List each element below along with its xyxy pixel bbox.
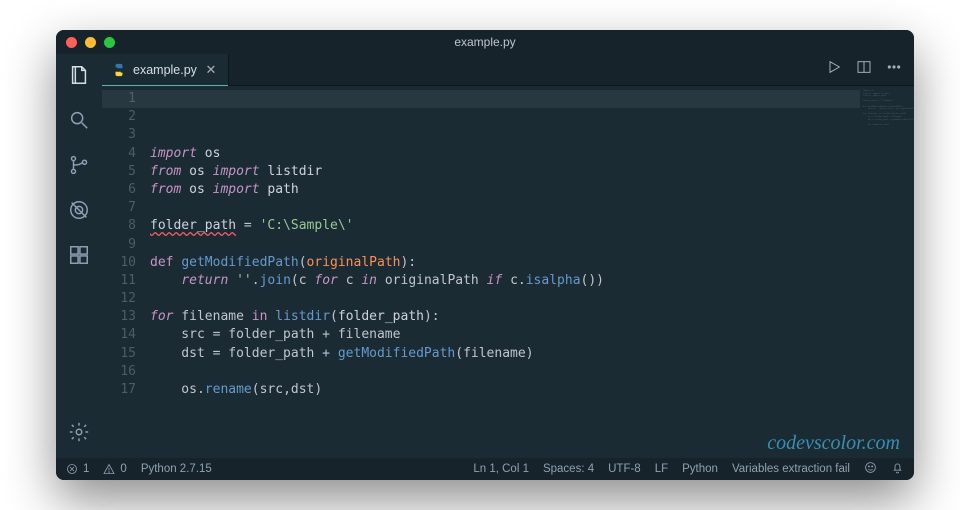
status-errors[interactable]: 1 bbox=[66, 463, 89, 475]
extensions-icon[interactable] bbox=[68, 244, 90, 271]
status-encoding[interactable]: UTF-8 bbox=[608, 463, 641, 475]
explorer-icon[interactable] bbox=[68, 64, 90, 91]
code-line[interactable]: from os import path bbox=[150, 181, 860, 199]
line-number: 8 bbox=[102, 217, 136, 235]
run-icon[interactable] bbox=[826, 59, 842, 80]
line-number: 2 bbox=[102, 108, 136, 126]
editor-group: example.py ✕ 1234567891011121314151617 i… bbox=[102, 54, 914, 458]
window-body: example.py ✕ 1234567891011121314151617 i… bbox=[56, 54, 914, 458]
status-warnings[interactable]: 0 bbox=[103, 463, 126, 475]
tab-label: example.py bbox=[133, 63, 197, 77]
feedback-icon[interactable] bbox=[864, 461, 877, 477]
line-number-gutter: 1234567891011121314151617 bbox=[102, 86, 150, 458]
line-number: 12 bbox=[102, 290, 136, 308]
code-line[interactable] bbox=[150, 199, 860, 217]
code-line[interactable]: os.rename(src,dst) bbox=[150, 381, 860, 399]
code-line[interactable] bbox=[150, 399, 860, 417]
code-line[interactable]: import os bbox=[150, 145, 860, 163]
code-line[interactable]: src = folder_path + filename bbox=[150, 326, 860, 344]
code-line[interactable]: dst = folder_path + getModifiedPath(file… bbox=[150, 345, 860, 363]
line-number: 16 bbox=[102, 363, 136, 381]
code-line[interactable] bbox=[150, 417, 860, 435]
line-number: 4 bbox=[102, 145, 136, 163]
line-number: 3 bbox=[102, 126, 136, 144]
window-title: example.py bbox=[56, 35, 914, 49]
activity-bar bbox=[56, 54, 102, 458]
vscode-window: example.py bbox=[56, 30, 914, 480]
traffic-lights bbox=[66, 37, 115, 48]
code-area[interactable]: import osfrom os import listdirfrom os i… bbox=[150, 86, 860, 458]
line-number: 14 bbox=[102, 326, 136, 344]
status-spaces[interactable]: Spaces: 4 bbox=[543, 463, 594, 475]
code-line[interactable]: for filename in listdir(folder_path): bbox=[150, 308, 860, 326]
line-number: 9 bbox=[102, 236, 136, 254]
close-tab-icon[interactable]: ✕ bbox=[204, 63, 218, 77]
code-line[interactable] bbox=[150, 236, 860, 254]
minimap[interactable]: import osfrom os import listdirfrom os i… bbox=[860, 86, 914, 458]
split-editor-icon[interactable] bbox=[856, 59, 872, 80]
maximize-window-button[interactable] bbox=[104, 37, 115, 48]
line-number: 17 bbox=[102, 381, 136, 399]
more-actions-icon[interactable] bbox=[886, 59, 902, 80]
status-bar: 1 0 Python 2.7.15 Ln 1, Col 1 Spaces: 4 … bbox=[56, 458, 914, 480]
title-bar: example.py bbox=[56, 30, 914, 54]
code-line[interactable] bbox=[150, 363, 860, 381]
code-line[interactable]: folder_path = 'C:\Sample\' bbox=[150, 217, 860, 235]
tab-bar: example.py ✕ bbox=[102, 54, 914, 86]
status-interpreter[interactable]: Python 2.7.15 bbox=[141, 463, 212, 475]
code-line[interactable]: return ''.join(c for c in originalPath i… bbox=[150, 272, 860, 290]
bell-icon[interactable] bbox=[891, 461, 904, 477]
status-cursor[interactable]: Ln 1, Col 1 bbox=[473, 463, 529, 475]
line-number: 7 bbox=[102, 199, 136, 217]
status-extra[interactable]: Variables extraction fail bbox=[732, 463, 850, 475]
minimize-window-button[interactable] bbox=[85, 37, 96, 48]
current-line-highlight bbox=[102, 90, 914, 108]
code-line[interactable] bbox=[150, 290, 860, 308]
editor[interactable]: 1234567891011121314151617 import osfrom … bbox=[102, 86, 914, 458]
line-number: 11 bbox=[102, 272, 136, 290]
line-number: 6 bbox=[102, 181, 136, 199]
status-errors-count: 1 bbox=[83, 463, 89, 475]
status-language[interactable]: Python bbox=[682, 463, 718, 475]
line-number: 10 bbox=[102, 254, 136, 272]
settings-gear-icon[interactable] bbox=[68, 421, 90, 448]
close-window-button[interactable] bbox=[66, 37, 77, 48]
status-eol[interactable]: LF bbox=[655, 463, 668, 475]
debug-icon[interactable] bbox=[68, 199, 90, 226]
line-number: 1 bbox=[102, 90, 136, 108]
editor-actions bbox=[826, 54, 914, 85]
code-line[interactable]: from os import listdir bbox=[150, 163, 860, 181]
code-line[interactable] bbox=[150, 436, 860, 454]
source-control-icon[interactable] bbox=[68, 154, 90, 181]
line-number: 5 bbox=[102, 163, 136, 181]
line-number: 15 bbox=[102, 345, 136, 363]
code-line[interactable]: def getModifiedPath(originalPath): bbox=[150, 254, 860, 272]
search-icon[interactable] bbox=[68, 109, 90, 136]
tab-example-py[interactable]: example.py ✕ bbox=[102, 54, 229, 85]
python-file-icon bbox=[112, 63, 126, 77]
status-warnings-count: 0 bbox=[120, 463, 126, 475]
line-number: 13 bbox=[102, 308, 136, 326]
